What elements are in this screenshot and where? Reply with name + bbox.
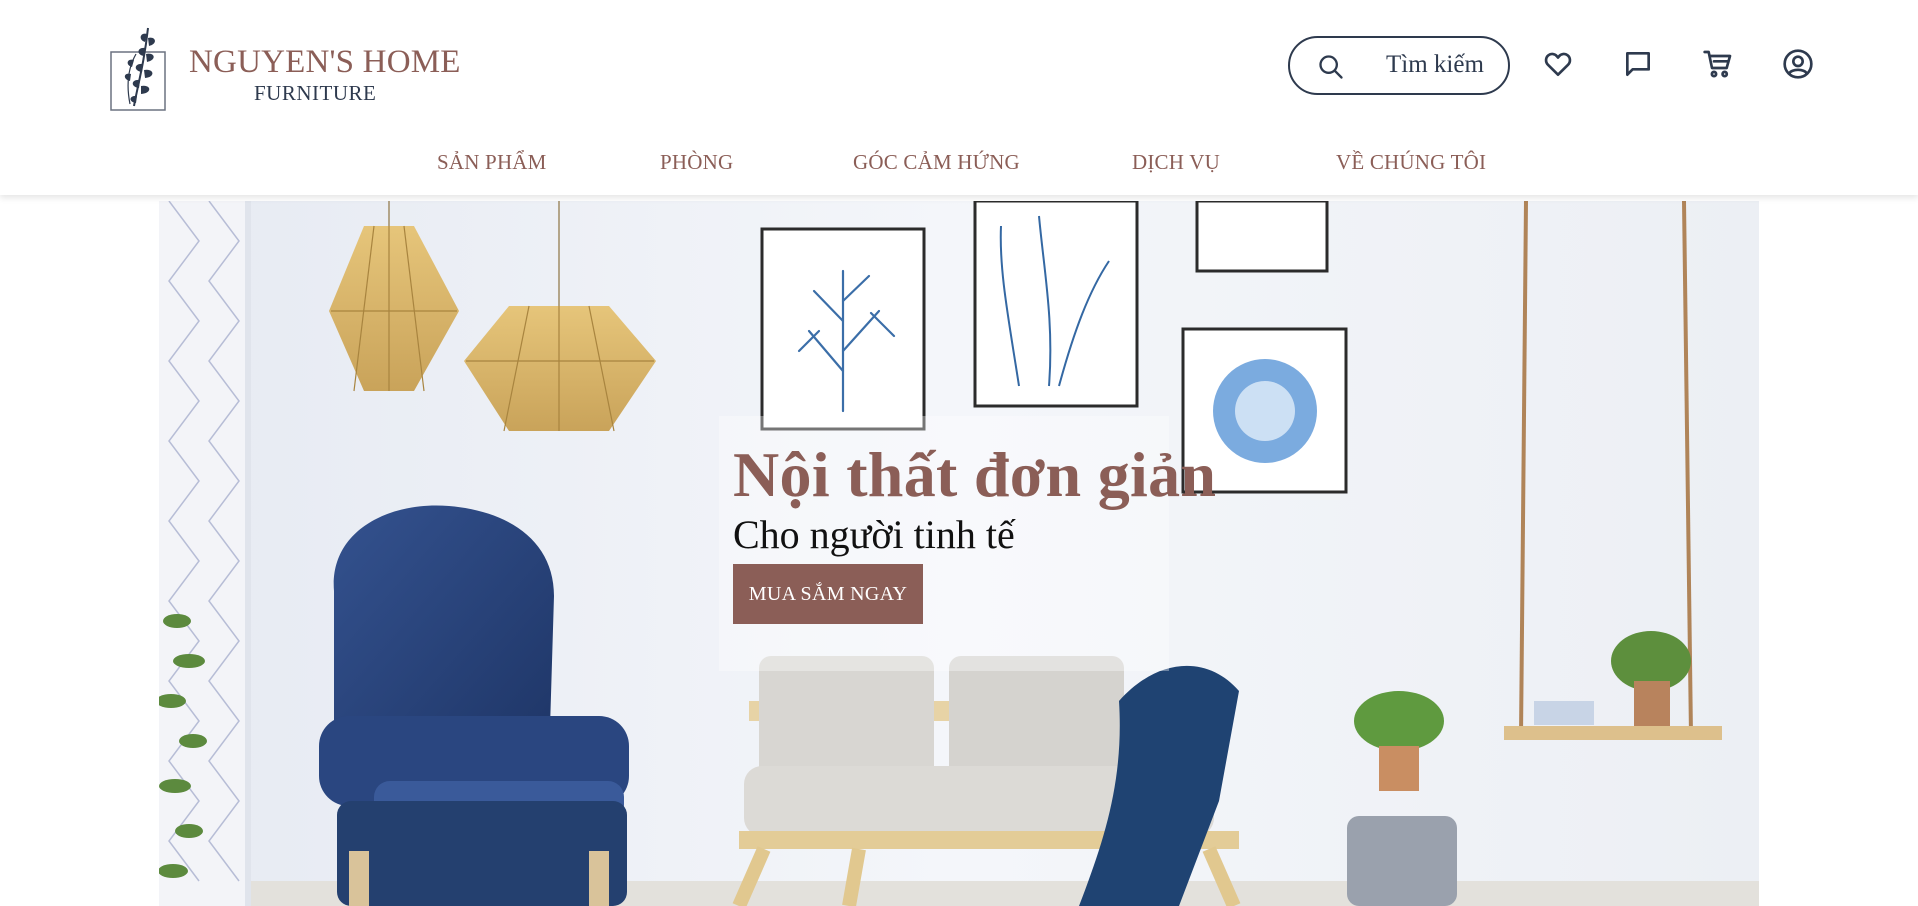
nav-item-about[interactable]: VỀ CHÚNG TÔI [1336, 150, 1486, 175]
brand-subtitle: FURNITURE [254, 81, 377, 105]
hero-banner: Nội thất đơn giản Cho người tinh tế MUA … [159, 201, 1759, 906]
nav-item-rooms[interactable]: PHÒNG [660, 150, 733, 175]
shop-now-button[interactable]: MUA SẮM NGAY [733, 564, 923, 624]
brand-name: NGUYEN'S HOME [189, 44, 461, 80]
leaf-branch-icon [110, 27, 166, 111]
brand-logo[interactable]: NGUYEN'S HOME FURNITURE [110, 24, 460, 114]
main-nav: SẢN PHẨM PHÒNG GÓC CẢM HỨNG DỊCH VỤ VỀ C… [0, 150, 1918, 182]
nav-item-services[interactable]: DỊCH VỤ [1132, 150, 1220, 175]
search-icon [1319, 55, 1343, 79]
nav-item-products[interactable]: SẢN PHẨM [437, 150, 547, 175]
user-icon [1783, 49, 1813, 79]
search-label: Tìm kiếm [1386, 51, 1484, 78]
site-header: NGUYEN'S HOME FURNITURE Tìm kiếm SẢN PHẨ… [0, 0, 1918, 195]
hero-title: Nội thất đơn giản [733, 439, 1217, 510]
messages-button[interactable] [1622, 48, 1654, 80]
cart-icon [1703, 50, 1732, 78]
wishlist-button[interactable] [1542, 48, 1574, 80]
hero-subtitle: Cho người tinh tế [733, 512, 1015, 557]
cart-button[interactable] [1702, 48, 1734, 80]
search-box[interactable]: Tìm kiếm [1288, 36, 1510, 95]
heart-icon [1544, 52, 1572, 76]
chat-icon [1626, 52, 1650, 76]
account-button[interactable] [1782, 48, 1814, 80]
nav-item-inspiration[interactable]: GÓC CẢM HỨNG [853, 150, 1020, 175]
